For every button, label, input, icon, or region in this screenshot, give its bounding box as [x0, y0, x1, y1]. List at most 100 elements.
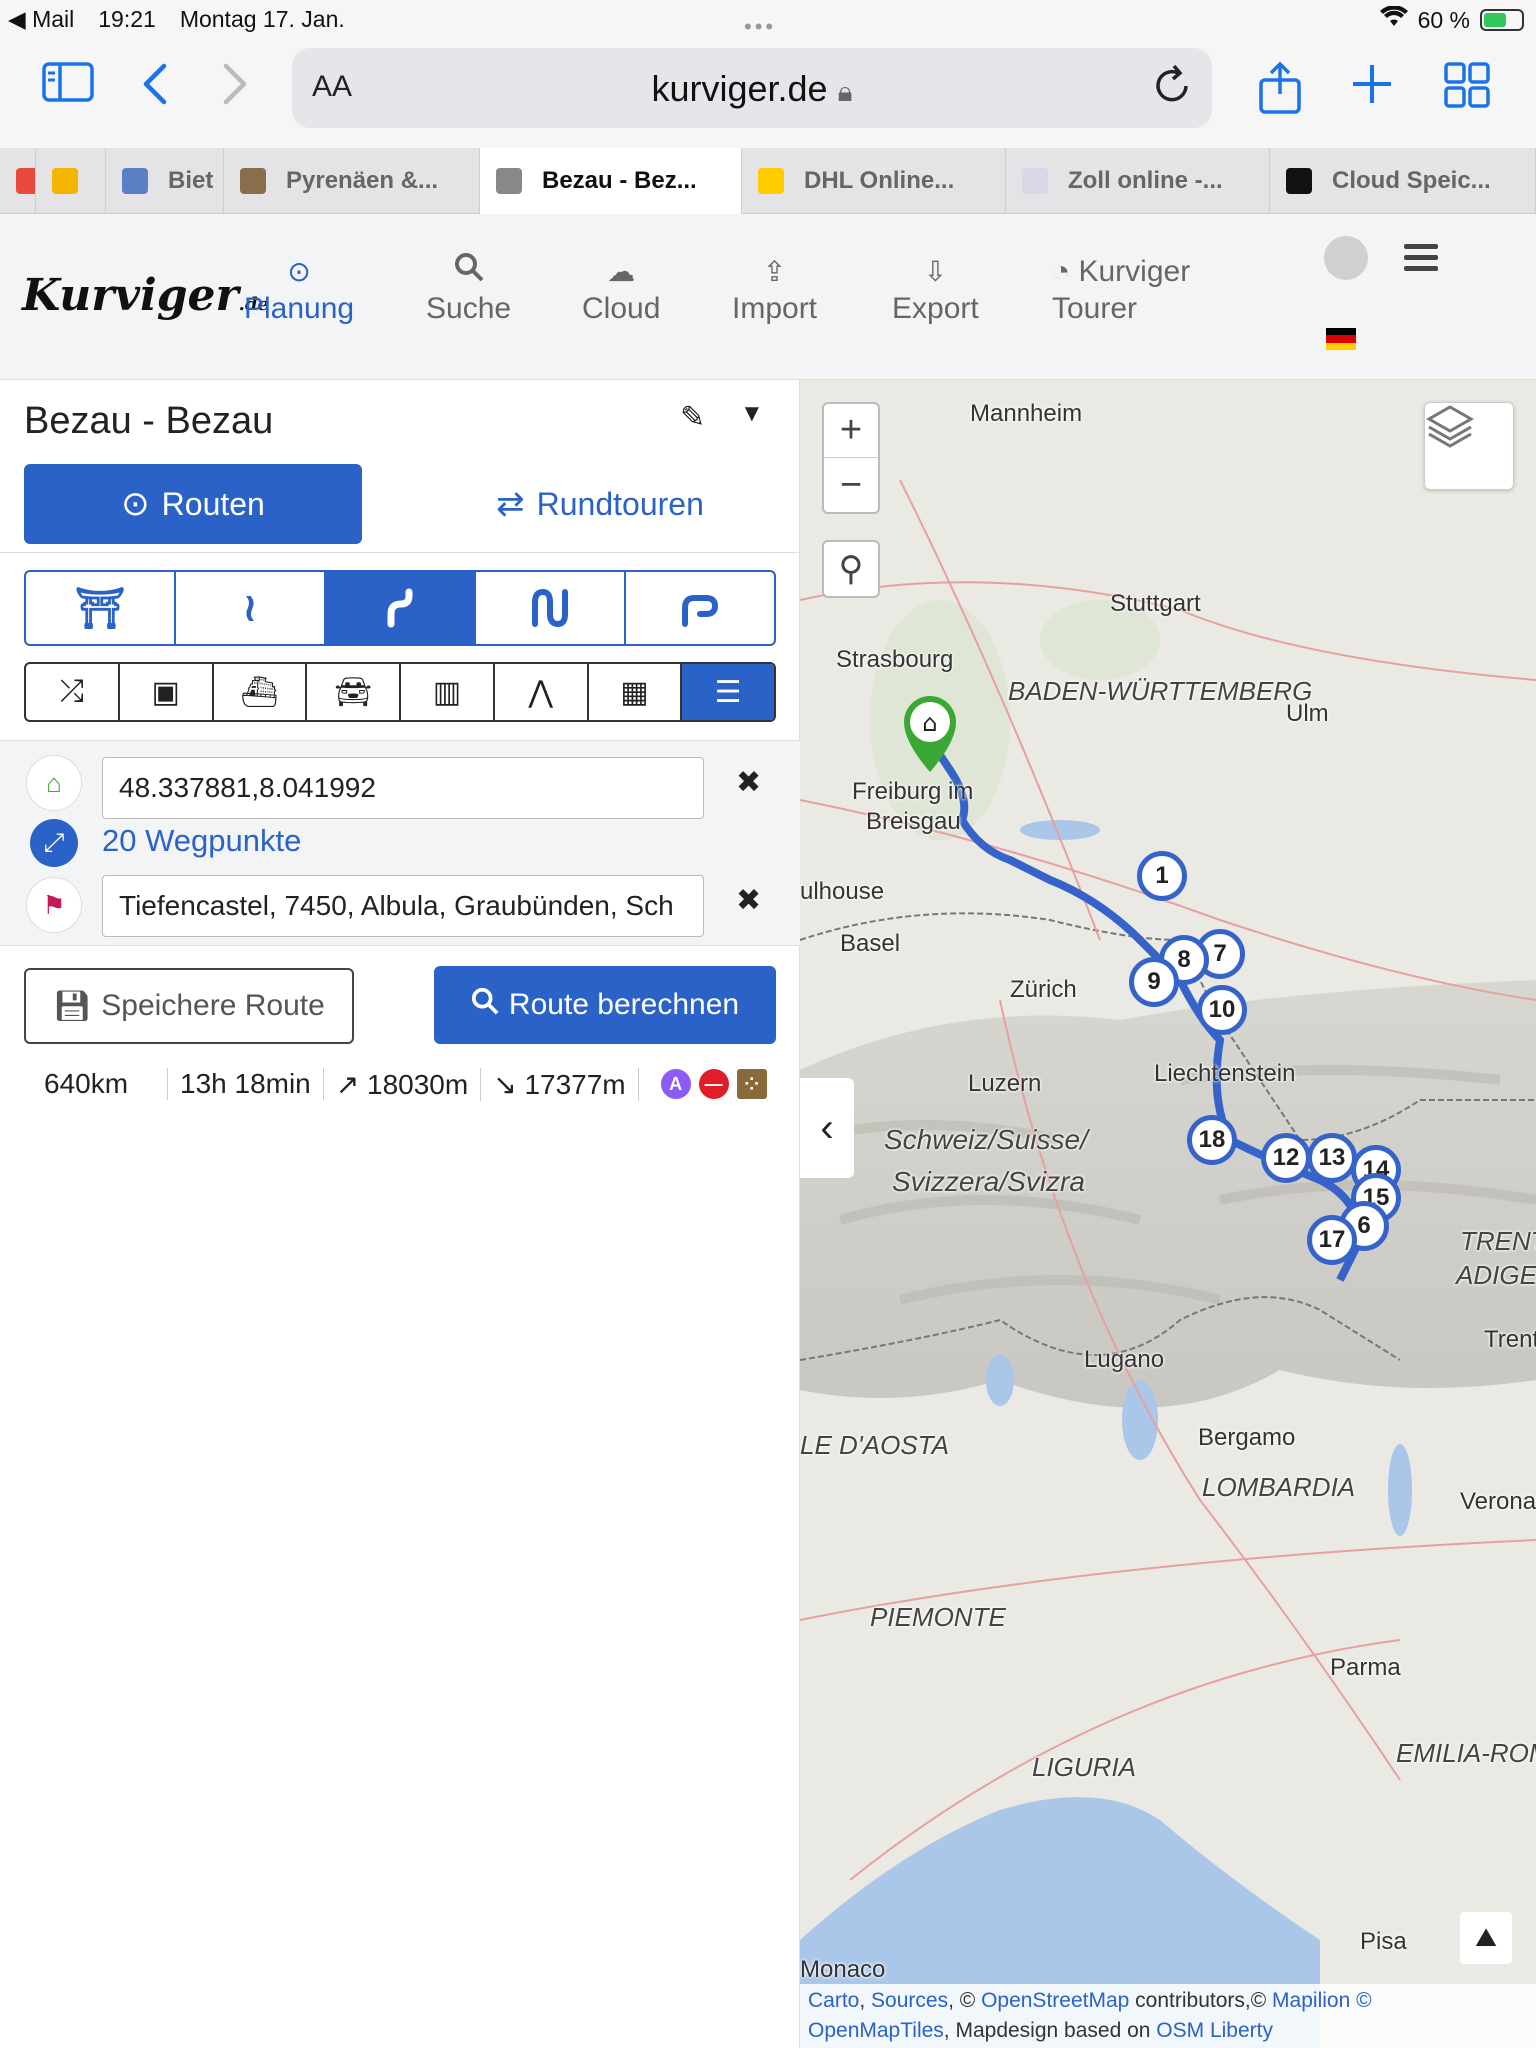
- waypoint-marker[interactable]: 1: [1137, 851, 1187, 901]
- map-canvas: ⌂: [800, 380, 1536, 2048]
- browser-tab[interactable]: Bezau - Bez...: [480, 148, 742, 214]
- forward-icon[interactable]: [220, 62, 250, 117]
- zoom-control: + −: [822, 402, 880, 514]
- calculate-route-button[interactable]: Route berechnen: [434, 966, 776, 1044]
- curvy-icon[interactable]: ≀: [176, 572, 326, 644]
- compass-icon: ⊙: [121, 485, 150, 523]
- edit-icon[interactable]: ✎: [680, 400, 705, 435]
- search-icon: [471, 987, 499, 1023]
- nav-cloud[interactable]: ☁ Cloud: [582, 252, 660, 326]
- multitasking-dots-icon[interactable]: •••: [744, 14, 776, 40]
- route-title: Bezau - Bezau: [24, 400, 274, 442]
- browser-tab[interactable]: Cloud Speic...: [1270, 148, 1536, 214]
- route-stats: 640km 13h 18min ↗ 18030m ↘ 17377m A — ⁘: [24, 1062, 767, 1106]
- waypoint-marker[interactable]: 12: [1261, 1133, 1311, 1183]
- waypoint-marker[interactable]: 18: [1187, 1115, 1237, 1165]
- browser-tabs: Biet Pyrenäen &... Bezau - Bez... DHL Onlin…: [0, 148, 1536, 214]
- destination-input[interactable]: Tiefencastel, 7450, Albula, Graubünden, …: [102, 875, 704, 937]
- fastest-road-icon[interactable]: ⛩: [26, 572, 176, 644]
- sidebar-icon[interactable]: [42, 62, 94, 113]
- map-place-label: Strasbourg: [836, 646, 954, 673]
- back-to-app[interactable]: ◀ Mail: [8, 6, 74, 33]
- german-flag-icon[interactable]: [1326, 328, 1356, 350]
- browser-tab[interactable]: Pyrenäen &...: [224, 148, 480, 214]
- share-icon[interactable]: [1258, 61, 1302, 125]
- new-tab-icon[interactable]: [1350, 62, 1394, 117]
- compass-icon: ⊙: [287, 256, 311, 287]
- nav-planung[interactable]: ⊙ Planung: [244, 252, 354, 326]
- car-icon[interactable]: 🚘︎: [307, 664, 401, 720]
- favicon-icon: [1022, 168, 1048, 194]
- tab-overview-icon[interactable]: [1444, 62, 1490, 119]
- unpaved-road-icon[interactable]: ▦: [589, 664, 683, 720]
- settings-sliders-icon[interactable]: ☰: [682, 664, 774, 720]
- menu-icon[interactable]: [1404, 244, 1438, 277]
- chevron-down-icon[interactable]: ▼: [740, 400, 764, 428]
- curviness-selector: ⛩ ≀: [24, 570, 776, 646]
- favicon-icon: [1286, 168, 1312, 194]
- nav-kurviger-tourer[interactable]: ◔ Kurviger Tourer: [1052, 252, 1190, 326]
- browser-tab[interactable]: Zoll online -...: [1006, 148, 1270, 214]
- browser-tab[interactable]: [0, 148, 36, 214]
- map-place-label: Zürich: [1010, 976, 1077, 1003]
- favicon-icon: [122, 168, 148, 194]
- very-curvy-icon[interactable]: [476, 572, 626, 644]
- reload-icon[interactable]: [1152, 62, 1192, 117]
- waypoint-marker[interactable]: 17: [1307, 1215, 1357, 1265]
- save-route-button[interactable]: 💾︎ Speichere Route: [24, 968, 354, 1044]
- most-curvy-icon[interactable]: [626, 572, 774, 644]
- clear-start-icon[interactable]: ✖: [736, 765, 761, 800]
- search-icon: [426, 252, 511, 292]
- narrow-road-icon[interactable]: ⋀: [495, 664, 589, 720]
- nav-export[interactable]: ⇩ Export: [892, 252, 979, 326]
- no-entry-icon[interactable]: —: [698, 1069, 729, 1099]
- map-place-label: Lugano: [1084, 1346, 1165, 1373]
- unpaved-warning-icon[interactable]: ⁘: [736, 1069, 767, 1099]
- browser-toolbar: AA kurviger.de 🔒︎: [0, 40, 1536, 148]
- favicon-icon: [758, 168, 784, 194]
- locate-icon[interactable]: ⚲: [822, 540, 880, 598]
- kurviger-logo[interactable]: Kurviger.de: [22, 270, 269, 321]
- elevation-profile-icon[interactable]: ⛰: [1460, 1912, 1512, 1964]
- tab-label: Biet: [168, 167, 214, 194]
- zoom-out-button[interactable]: −: [824, 458, 878, 512]
- nav-import[interactable]: ⇪ Import: [732, 252, 817, 326]
- shuffle-icon[interactable]: ⤮: [26, 664, 120, 720]
- route-descent: ↘ 17377m: [481, 1067, 639, 1101]
- waypoint-marker[interactable]: 9: [1129, 957, 1179, 1007]
- pass-warning-icon[interactable]: A: [660, 1069, 691, 1099]
- route-panel: Bezau - Bezau ✎ ▼ ⊙ Routen ⇄ Rundtouren …: [0, 380, 800, 2048]
- zoom-in-button[interactable]: +: [824, 404, 878, 458]
- waypoints-count-link[interactable]: 20 Wegpunkte: [102, 823, 301, 859]
- tunnel-icon[interactable]: ▥: [401, 664, 495, 720]
- map-place-label: LIGURIA: [1032, 1752, 1137, 1782]
- favicon-icon: [496, 168, 522, 194]
- wifi-icon: [1379, 5, 1408, 34]
- expand-icon[interactable]: ⤢: [30, 819, 78, 867]
- browser-tab[interactable]: DHL Online...: [742, 148, 1006, 214]
- toll-icon[interactable]: ▣: [120, 664, 214, 720]
- browser-tab[interactable]: Biet: [106, 148, 224, 214]
- waypoint-marker[interactable]: 13: [1307, 1133, 1357, 1183]
- layers-icon[interactable]: [1424, 402, 1514, 490]
- map-place-label: Luzern: [968, 1070, 1042, 1097]
- collapse-panel-button[interactable]: ‹: [800, 1078, 854, 1178]
- map-place-label: ADIGE/S: [1456, 1260, 1536, 1290]
- back-icon[interactable]: [140, 62, 170, 117]
- start-input[interactable]: 48.337881,8.041992: [102, 757, 704, 819]
- waypoint-marker[interactable]: 10: [1197, 985, 1247, 1035]
- avatar[interactable]: [1324, 236, 1368, 280]
- rundtouren-button[interactable]: ⇄ Rundtouren: [440, 464, 760, 544]
- ferry-icon[interactable]: ⛴: [214, 664, 308, 720]
- favicon-icon: [52, 168, 78, 194]
- browser-tab[interactable]: [36, 148, 106, 214]
- routen-button[interactable]: ⊙ Routen: [24, 464, 362, 544]
- route-options: ⤮ ▣ ⛴ 🚘︎ ▥ ⋀ ▦ ☰: [24, 662, 776, 722]
- address-bar[interactable]: AA kurviger.de 🔒︎: [292, 48, 1212, 128]
- clear-destination-icon[interactable]: ✖: [736, 883, 761, 918]
- map-place-label: Trent: [1484, 1326, 1536, 1353]
- map-view[interactable]: ⌂ Mannheim Stuttgart Strasbourg BADEN-WÜRTT…: [800, 380, 1536, 2048]
- nav-suche[interactable]: Suche: [426, 252, 511, 326]
- svg-text:⌂: ⌂: [922, 709, 937, 737]
- extra-curvy-icon[interactable]: [326, 572, 476, 644]
